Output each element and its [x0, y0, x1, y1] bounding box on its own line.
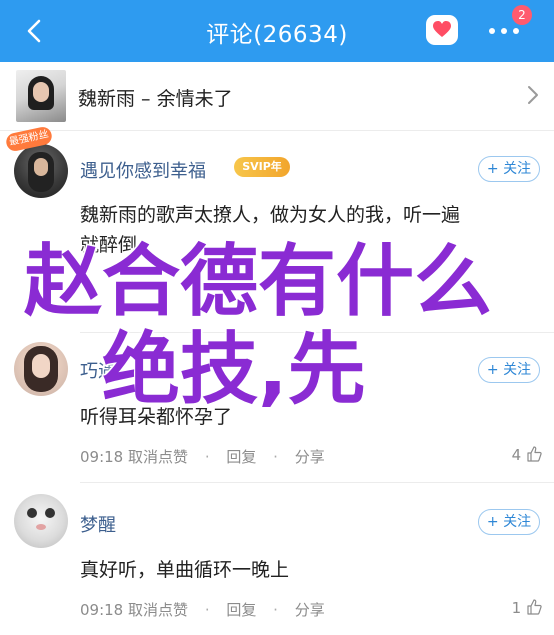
comment-meta: 09:18 取消点赞 · 回复 · 分享 [80, 601, 325, 619]
comment-text-line: 魏新雨的歌声太撩人，做为女人的我，听一遍 [80, 204, 461, 226]
vip-badge: SVIP年 [234, 157, 290, 177]
comment-text: 真好听，单曲循环一晚上 [80, 559, 290, 581]
overlay-caption-line2: 绝技,先 [101, 325, 368, 416]
chevron-right-icon[interactable] [524, 84, 542, 106]
like-count-value: 1 [511, 599, 522, 617]
thumbs-up-icon [527, 599, 542, 615]
share-button[interactable]: 分享 [295, 448, 325, 466]
share-button[interactable]: 分享 [295, 601, 325, 619]
comment-username[interactable]: 梦醒 [80, 511, 116, 537]
reply-button[interactable]: 回复 [226, 448, 256, 466]
heart-icon [433, 21, 451, 37]
like-song-button[interactable] [426, 15, 458, 45]
like-count-value: 4 [511, 446, 522, 464]
overlay-caption: 赵合德有什么 绝技,先 [22, 237, 544, 416]
album-cover [16, 70, 66, 122]
follow-button[interactable]: + 关注 [478, 156, 540, 182]
song-title: 魏新雨 – 余情未了 [78, 88, 233, 110]
notification-badge: 2 [512, 5, 532, 25]
avatar[interactable] [14, 144, 68, 198]
comment-username[interactable]: 遇见你感到幸福 [80, 157, 206, 183]
like-count[interactable]: 4 [512, 446, 542, 464]
reply-button[interactable]: 回复 [226, 601, 256, 619]
unlike-button[interactable]: 取消点赞 [128, 601, 188, 619]
page-title: 评论(26634) [206, 22, 348, 48]
like-count[interactable]: 1 [512, 599, 542, 617]
comment-time: 09:18 [80, 448, 124, 466]
overlay-caption-line1: 赵合德有什么 [22, 237, 493, 328]
avatar[interactable] [14, 494, 68, 548]
follow-button[interactable]: + 关注 [478, 509, 540, 535]
top-bar: 评论(26634) 2 [0, 0, 554, 62]
thumbs-up-icon [527, 446, 542, 462]
unlike-button[interactable]: 取消点赞 [128, 448, 188, 466]
divider [80, 482, 554, 483]
comment-meta: 09:18 取消点赞 · 回复 · 分享 [80, 448, 325, 466]
comment-time: 09:18 [80, 601, 124, 619]
